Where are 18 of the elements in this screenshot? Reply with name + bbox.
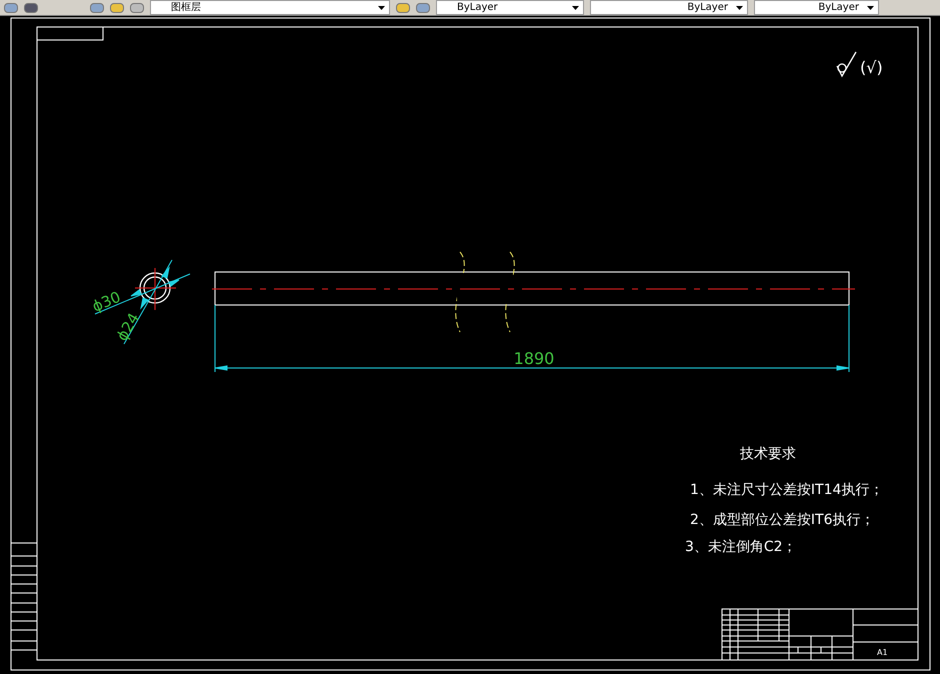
roughness-icon (836, 52, 857, 78)
roughness-text: (√) (860, 58, 883, 77)
diameter-dimension: ϕ30 (90, 288, 124, 316)
note-text: 3、未注倒角C2； (685, 539, 797, 555)
note-text: 1、未注尺寸公差按IT14执行； (690, 482, 884, 498)
sheet-size: A1 (877, 648, 888, 657)
caret-icon (867, 6, 874, 10)
caret-icon (572, 6, 579, 10)
lineweight-dropdown[interactable]: ByLayer (754, 0, 879, 15)
color-dropdown[interactable]: ByLayer (436, 0, 584, 15)
notes-title: 技术要求 (740, 446, 796, 462)
note-text: 2、成型部位公差按IT6执行； (690, 512, 874, 528)
label-box (36, 26, 104, 40)
linetype-dropdown[interactable]: ByLayer (590, 0, 748, 15)
caret-icon (378, 6, 385, 10)
caret-icon (736, 6, 743, 10)
layer-dropdown[interactable]: 图框层 (150, 0, 390, 15)
length-dimension: 1890 (514, 349, 554, 368)
